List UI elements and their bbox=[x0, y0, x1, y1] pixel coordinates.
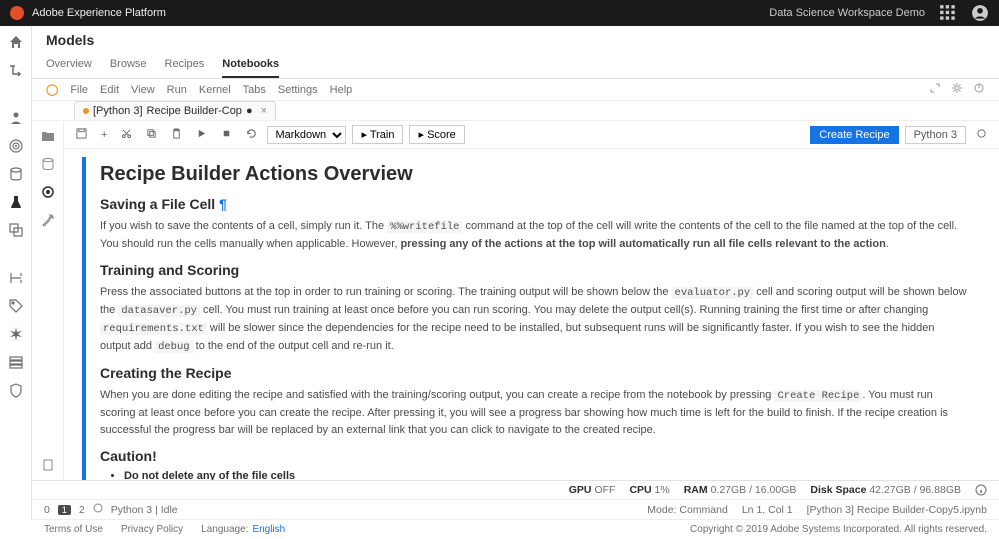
training-paragraph: Press the associated buttons at the top … bbox=[100, 284, 967, 355]
close-icon[interactable]: × bbox=[261, 105, 267, 117]
status-file: [Python 3] Recipe Builder-Copy5.ipynb bbox=[807, 504, 987, 516]
doc-h1: Recipe Builder Actions Overview bbox=[100, 163, 967, 186]
footer: Terms of Use Privacy Policy Language: En… bbox=[32, 520, 999, 539]
file-tab-name: Recipe Builder-Cop bbox=[147, 105, 242, 117]
score-button[interactable]: ▸ Score bbox=[409, 125, 464, 144]
database-icon[interactable] bbox=[8, 166, 24, 182]
tag-icon[interactable] bbox=[8, 298, 24, 314]
kernel-idle-icon bbox=[93, 503, 103, 516]
running-icon[interactable] bbox=[41, 185, 55, 199]
status-badge: 1 bbox=[58, 505, 71, 515]
caution-heading: Caution! bbox=[100, 448, 967, 464]
menu-edit[interactable]: Edit bbox=[100, 84, 119, 96]
tab-browse[interactable]: Browse bbox=[110, 52, 147, 78]
workspace-name: Data Science Workspace Demo bbox=[769, 7, 925, 19]
app-left-rail bbox=[0, 26, 32, 520]
menu-run[interactable]: Run bbox=[167, 84, 187, 96]
copy-icon[interactable] bbox=[142, 126, 161, 144]
menu-tabs[interactable]: Tabs bbox=[243, 84, 266, 96]
data-icon[interactable] bbox=[41, 157, 55, 171]
cell-type-select[interactable]: Markdown bbox=[267, 126, 346, 144]
jupyter-logo-icon: ◯ bbox=[46, 83, 58, 96]
paste-icon[interactable] bbox=[167, 126, 186, 144]
status-position: Ln 1, Col 1 bbox=[742, 504, 793, 516]
training-heading: Training and Scoring bbox=[100, 262, 967, 278]
menu-kernel[interactable]: Kernel bbox=[199, 84, 231, 96]
cut-icon[interactable] bbox=[117, 126, 136, 144]
user-avatar-icon[interactable] bbox=[971, 4, 989, 22]
flow-icon[interactable] bbox=[8, 62, 24, 78]
page-tabs: Overview Browse Recipes Notebooks bbox=[32, 48, 999, 79]
run-icon[interactable] bbox=[192, 126, 211, 144]
creating-heading: Creating the Recipe bbox=[100, 365, 967, 381]
apps-grid-icon[interactable] bbox=[939, 4, 957, 22]
notebook-content[interactable]: Recipe Builder Actions Overview Saving a… bbox=[64, 149, 999, 480]
file-tab-dirty-icon: ● bbox=[246, 105, 253, 117]
branch-icon[interactable] bbox=[8, 270, 24, 286]
footer-terms[interactable]: Terms of Use bbox=[44, 524, 103, 535]
info-icon[interactable] bbox=[975, 484, 987, 496]
tab-notebooks[interactable]: Notebooks bbox=[222, 52, 279, 78]
save-icon[interactable] bbox=[72, 126, 91, 144]
target-icon[interactable] bbox=[8, 138, 24, 154]
adobe-logo-icon bbox=[10, 6, 24, 20]
notebook-left-rail bbox=[32, 121, 64, 480]
menu-settings[interactable]: Settings bbox=[278, 84, 318, 96]
kernel-indicator[interactable]: Python 3 bbox=[905, 126, 966, 144]
create-recipe-button[interactable]: Create Recipe bbox=[810, 126, 898, 144]
spark-icon[interactable] bbox=[8, 326, 24, 342]
wrench-icon[interactable] bbox=[41, 213, 55, 227]
expand-icon[interactable] bbox=[929, 82, 941, 97]
folder-icon[interactable] bbox=[41, 129, 55, 143]
status-bar: 0 1 2 Python 3 | Idle Mode: Command Ln 1… bbox=[32, 500, 999, 520]
settings-gear-icon[interactable] bbox=[951, 82, 963, 97]
train-button[interactable]: ▸ Train bbox=[352, 125, 403, 144]
markdown-cell[interactable]: Recipe Builder Actions Overview Saving a… bbox=[82, 157, 981, 480]
product-name: Adobe Experience Platform bbox=[32, 7, 166, 19]
jupyter-menu-bar: ◯ File Edit View Run Kernel Tabs Setting… bbox=[32, 79, 999, 101]
tab-overview[interactable]: Overview bbox=[46, 52, 92, 78]
beaker-icon[interactable] bbox=[8, 194, 24, 210]
file-tab-strip: [Python 3] Recipe Builder-Cop ● × bbox=[32, 101, 999, 121]
page-title: Models bbox=[32, 26, 999, 48]
saving-heading: Saving a File Cell¶ bbox=[100, 196, 967, 212]
file-tab-kernel: [Python 3] bbox=[93, 105, 143, 117]
global-header: Adobe Experience Platform Data Science W… bbox=[0, 0, 999, 26]
menu-file[interactable]: File bbox=[70, 84, 88, 96]
file-tab-active[interactable]: [Python 3] Recipe Builder-Cop ● × bbox=[74, 101, 276, 120]
stop-icon[interactable] bbox=[217, 126, 236, 144]
footer-copyright: Copyright © 2019 Adobe Systems Incorpora… bbox=[690, 524, 987, 535]
kernel-status-icon bbox=[972, 126, 991, 144]
status-kernel: Python 3 | Idle bbox=[111, 504, 178, 516]
notebook-toolbar: + Markdown ▸ Train ▸ Score Create Recipe… bbox=[64, 121, 999, 149]
add-cell-icon[interactable]: + bbox=[97, 127, 111, 143]
overlay-icon[interactable] bbox=[8, 222, 24, 238]
shield-icon[interactable] bbox=[8, 382, 24, 398]
people-icon[interactable] bbox=[8, 110, 24, 126]
home-icon[interactable] bbox=[8, 34, 24, 50]
caution-list: Do not delete any of the file cells Do n… bbox=[124, 470, 967, 480]
pilcrow-icon[interactable]: ¶ bbox=[219, 196, 227, 212]
creating-paragraph: When you are done editing the recipe and… bbox=[100, 387, 967, 438]
menu-view[interactable]: View bbox=[131, 84, 155, 96]
document-icon[interactable] bbox=[41, 458, 55, 472]
menu-help[interactable]: Help bbox=[330, 84, 353, 96]
footer-language-label: Language: bbox=[201, 524, 248, 535]
stack-icon[interactable] bbox=[8, 354, 24, 370]
status-mode: Mode: Command bbox=[647, 504, 728, 516]
footer-language-link[interactable]: English bbox=[252, 524, 285, 535]
footer-privacy[interactable]: Privacy Policy bbox=[121, 524, 183, 535]
unsaved-dot-icon bbox=[83, 108, 89, 114]
power-icon[interactable] bbox=[973, 82, 985, 97]
restart-icon[interactable] bbox=[242, 126, 261, 144]
saving-paragraph: If you wish to save the contents of a ce… bbox=[100, 218, 967, 252]
main-panel: Models Overview Browse Recipes Notebooks… bbox=[32, 26, 999, 520]
tab-recipes[interactable]: Recipes bbox=[165, 52, 205, 78]
resource-bar: GPU OFF CPU 1% RAM 0.27GB / 16.00GB Disk… bbox=[32, 481, 999, 500]
